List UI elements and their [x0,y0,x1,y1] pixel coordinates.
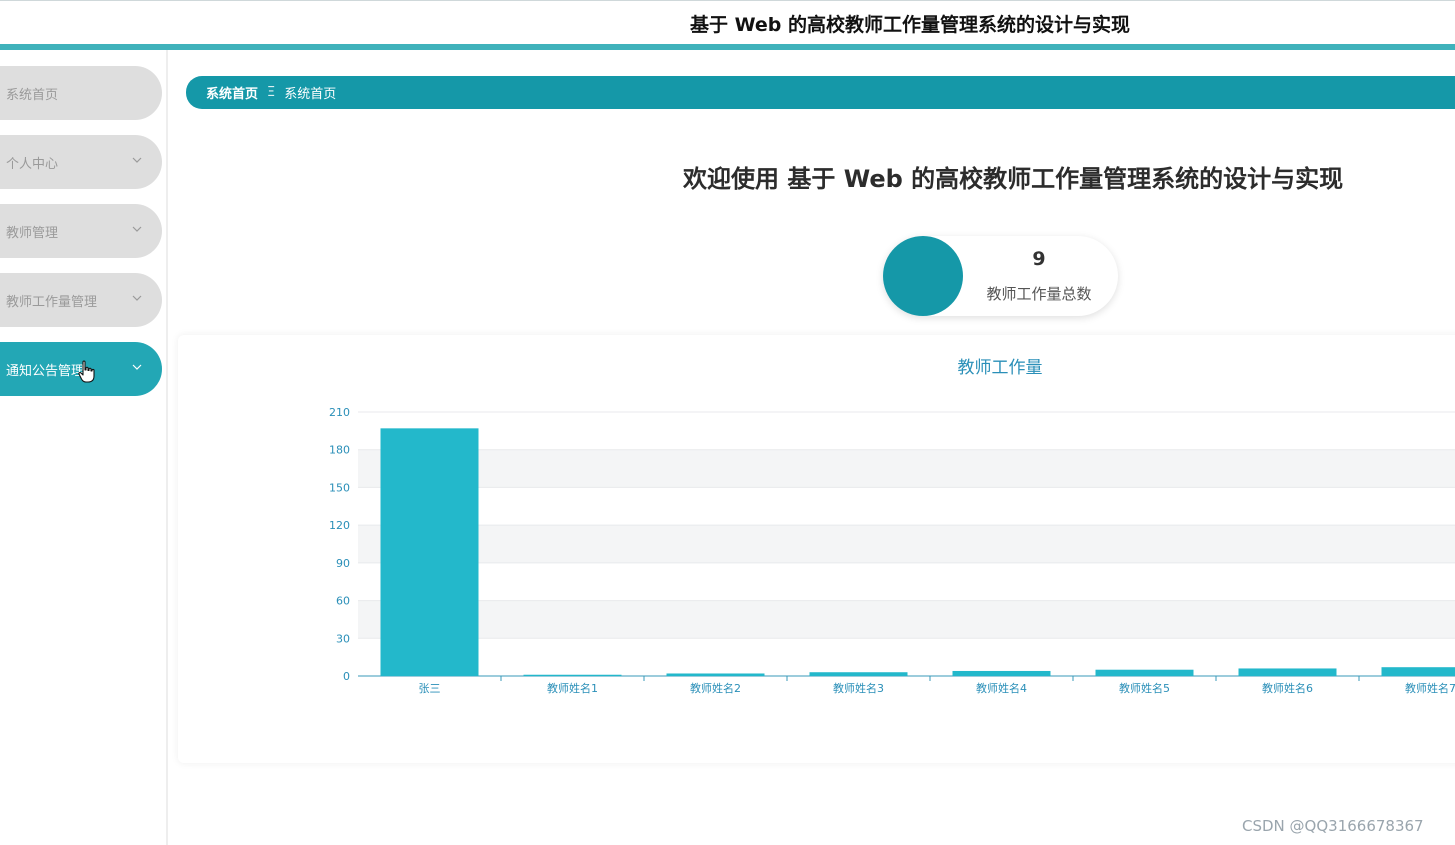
x-tick-label: 张三 [419,682,441,695]
x-tick-label: 教师姓名4 [976,681,1027,695]
chart-band [358,600,1455,639]
watermark: CSDN @QQ3166678367 [1242,817,1424,835]
chart-title: 教师工作量 [958,358,1043,378]
bar-3 [809,672,908,676]
y-tick-label: 210 [329,406,350,419]
x-tick-label: 教师姓名5 [1119,681,1170,695]
x-tick-label: 教师姓名3 [833,681,884,695]
y-tick-label: 60 [336,595,350,608]
bar-2 [666,673,765,676]
y-tick-label: 30 [336,632,350,645]
x-tick-label: 教师姓名1 [547,681,598,695]
bar-0 [380,428,479,676]
bar-6 [1238,668,1337,676]
bar-1 [523,674,622,676]
workload-bar-chart: 教师工作量 0 30 60 90 120 150 180 210 张三 教师姓名1 教师姓名2 教师… [329,358,1455,695]
y-tick-label: 0 [343,670,350,683]
x-tick-label: 教师姓名7 [1405,681,1455,695]
chart-band [358,449,1455,488]
y-tick-label: 90 [336,557,350,570]
bar-5 [1095,669,1194,676]
y-tick-label: 180 [329,444,350,457]
chart-band [358,525,1455,563]
y-tick-label: 120 [329,519,350,532]
x-tick-label: 教师姓名2 [690,681,741,695]
x-tick-label: 教师姓名6 [1262,681,1313,695]
bar-7 [1381,667,1455,676]
y-tick-label: 150 [329,481,350,494]
bar-4 [952,670,1051,676]
